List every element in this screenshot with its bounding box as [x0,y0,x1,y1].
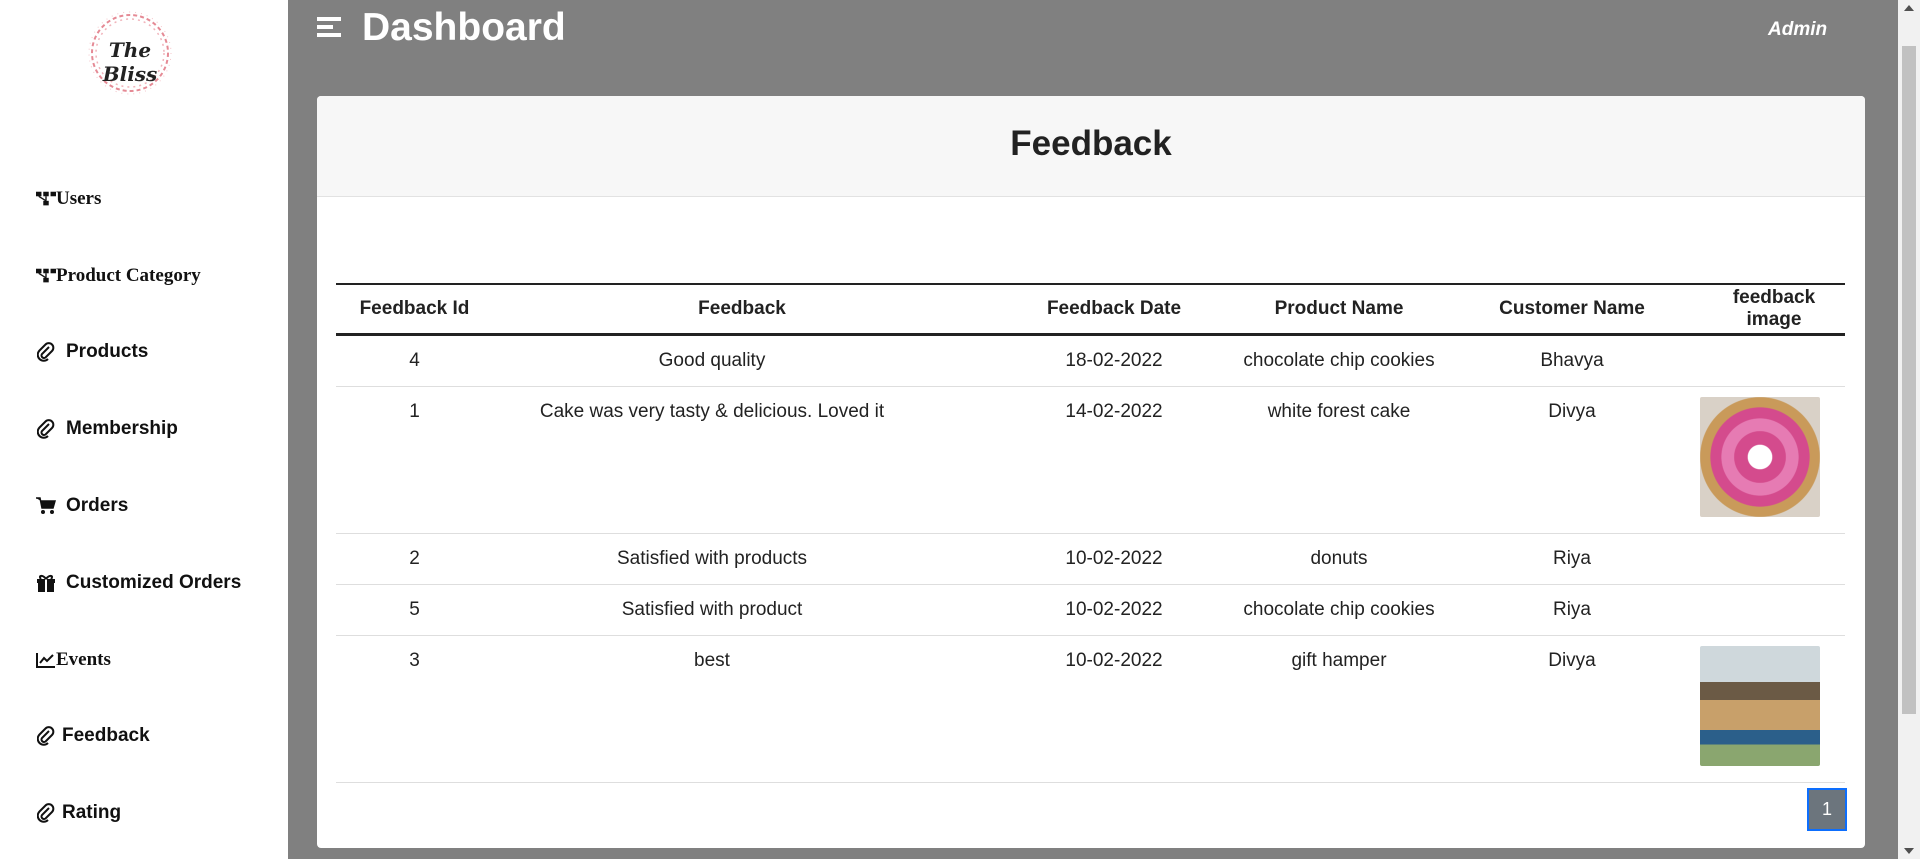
cell-feedback-image [1700,635,1845,783]
cell-feedback: Satisfied with product [493,584,991,636]
cell-feedback-id: 4 [336,334,493,387]
cell-feedback-image [1703,584,1845,636]
sidebar-item-label: Product Category [56,265,201,286]
cell-feedback-id: 1 [336,386,493,534]
paperclip-icon [36,419,56,439]
cell-feedback: best [493,635,991,783]
column-header-feedback-id: Feedback Id [336,283,493,336]
card-title: Feedback [1010,124,1172,163]
cell-customer-name: Divya [1441,386,1703,534]
card-header: Feedback [317,96,1865,197]
table-row: 1 Cake was very tasty & delicious. Loved… [336,386,1845,534]
hamper-feedback-image [1700,646,1820,766]
cell-customer-name: Riya [1441,584,1703,636]
brand-logo[interactable]: The Bliss [80,8,180,98]
feedback-table: Feedback Id Feedback Feedback Date Produ… [336,283,1845,783]
sidebar-item-events[interactable]: Events [36,649,111,671]
cell-feedback-id: 3 [336,635,493,783]
sidebar-item-label: Events [56,649,111,670]
cell-feedback-image [1703,533,1845,585]
sidebar-item-users[interactable]: Users [36,188,101,210]
sitemap-icon [36,266,56,286]
scrollbar-thumb[interactable] [1902,46,1916,714]
column-header-customer-name: Customer Name [1441,283,1703,336]
sidebar-item-label: Membership [66,418,178,439]
cell-feedback-date: 14-02-2022 [991,386,1237,534]
sidebar-item-membership[interactable]: Membership [36,418,178,440]
table-row: 2 Satisfied with products 10-02-2022 don… [336,533,1845,585]
cell-feedback: Satisfied with products [493,533,991,585]
sidebar-item-label: Products [66,341,149,362]
sidebar-item-customized-orders[interactable]: Customized Orders [36,572,241,594]
scroll-down-arrow-icon[interactable] [1904,848,1914,854]
cell-product-name: white forest cake [1237,386,1441,534]
sidebar-item-feedback[interactable]: Feedback [36,725,150,747]
sitemap-icon [36,189,56,209]
paperclip-icon [36,726,56,746]
sidebar-item-products[interactable]: Products [36,341,148,363]
column-header-feedback-image: feedback image [1703,283,1845,336]
sidebar-item-orders[interactable]: Orders [36,495,128,517]
page-scrollbar[interactable] [1898,0,1920,859]
table-row: 5 Satisfied with product 10-02-2022 choc… [336,584,1845,636]
cell-product-name: chocolate chip cookies [1237,584,1441,636]
cell-product-name: chocolate chip cookies [1237,334,1441,387]
column-header-feedback: Feedback [493,283,991,336]
cell-product-name: gift hamper [1237,635,1441,783]
cell-feedback-image [1700,386,1845,534]
menu-toggle-icon[interactable] [317,15,341,39]
cell-customer-name: Riya [1441,533,1703,585]
chart-line-icon [36,650,56,670]
cell-feedback-date: 18-02-2022 [991,334,1237,387]
cell-feedback-date: 10-02-2022 [991,635,1237,783]
table-row: 3 best 10-02-2022 gift hamper Divya [336,635,1845,783]
cell-feedback-date: 10-02-2022 [991,533,1237,585]
cell-feedback-id: 2 [336,533,493,585]
feedback-card: Feedback Feedback Id Feedback Feedback D… [317,96,1865,848]
cell-feedback-date: 10-02-2022 [991,584,1237,636]
paperclip-icon [36,803,56,823]
column-header-product-name: Product Name [1237,283,1441,336]
sidebar-item-label: Feedback [62,725,150,746]
column-header-feedback-date: Feedback Date [991,283,1237,336]
paperclip-icon [36,342,56,362]
sidebar-item-label: Orders [66,495,129,516]
sidebar-item-rating[interactable]: Rating [36,802,121,824]
sidebar-item-label: Customized Orders [66,572,242,593]
cell-customer-name: Bhavya [1441,334,1703,387]
gift-icon [36,573,56,593]
sidebar-item-product-category[interactable]: Product Category [36,265,201,287]
cell-feedback: Cake was very tasty & delicious. Loved i… [493,386,991,534]
table-header-row: Feedback Id Feedback Feedback Date Produ… [336,283,1845,336]
cake-feedback-image [1700,397,1820,517]
page-title: Dashboard [362,6,566,49]
cell-feedback-id: 5 [336,584,493,636]
table-row: 4 Good quality 18-02-2022 chocolate chip… [336,334,1845,387]
cell-feedback: Good quality [493,334,991,387]
cell-product-name: donuts [1237,533,1441,585]
cart-icon [36,496,56,516]
cell-feedback-image [1703,334,1845,387]
sidebar: The Bliss Users Product Category Product… [0,0,288,859]
sidebar-item-label: Users [56,188,102,209]
pagination-page-button[interactable]: 1 [1807,788,1847,831]
sidebar-item-label: Rating [62,802,122,823]
admin-user-menu[interactable]: Admin [1768,19,1827,41]
logo-text: The Bliss [102,38,158,86]
cell-customer-name: Divya [1441,635,1703,783]
scroll-up-arrow-icon[interactable] [1904,5,1914,11]
